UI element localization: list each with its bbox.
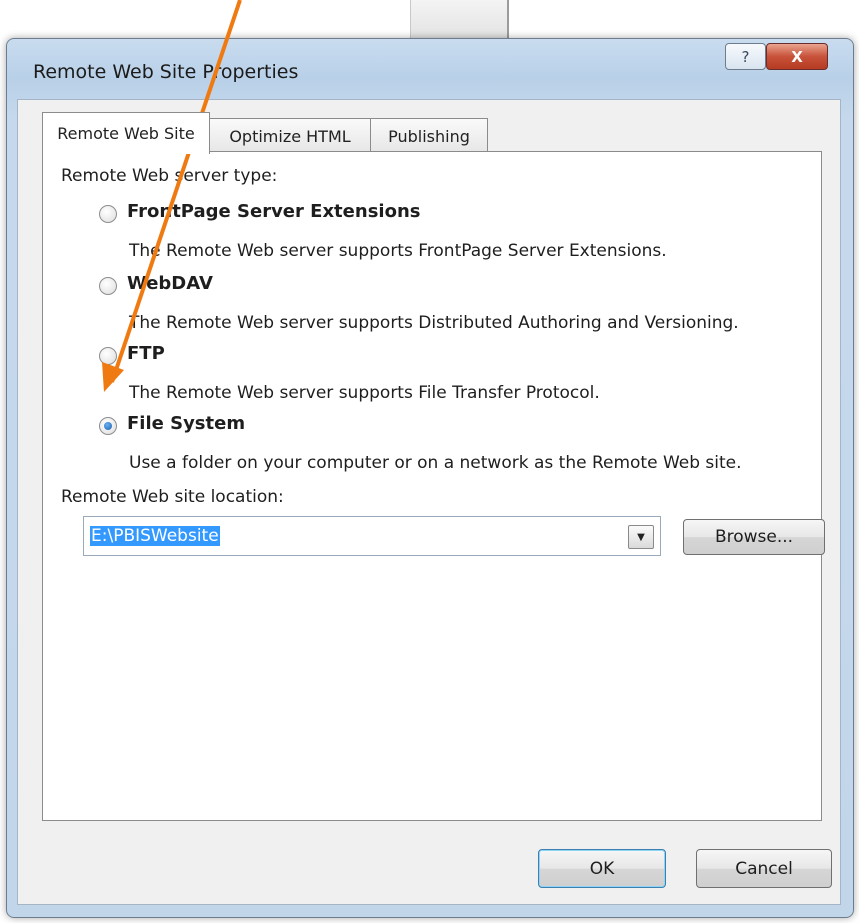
tab-label: Remote Web Site: [57, 124, 195, 143]
annotation-arrow-line: [110, 0, 242, 383]
tab-remote-web-site[interactable]: Remote Web Site: [42, 112, 210, 154]
arrow-head-icon: [102, 362, 124, 392]
